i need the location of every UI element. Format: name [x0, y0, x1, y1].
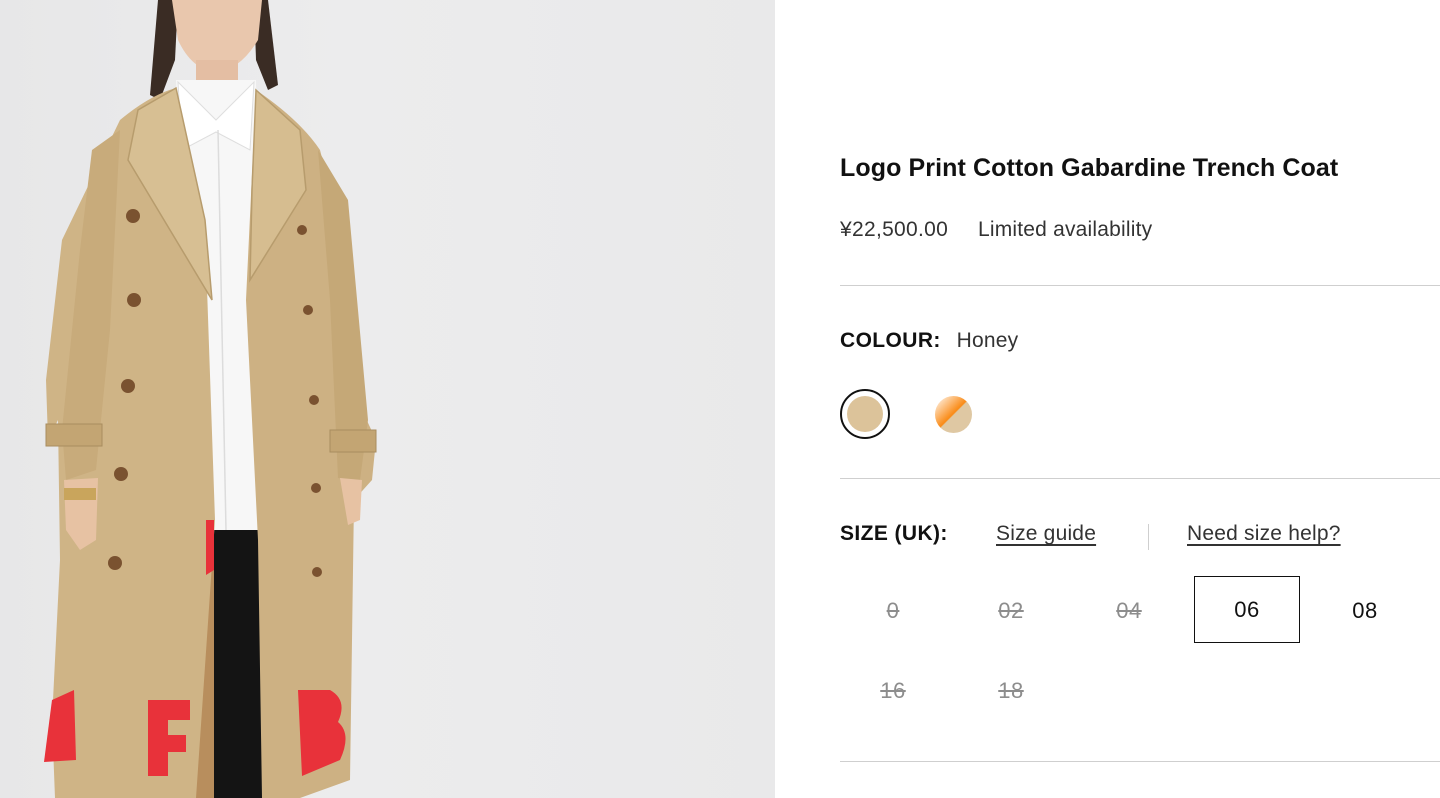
size-option-06[interactable]: 06 — [1194, 576, 1300, 643]
size-option-02[interactable]: 02 — [958, 577, 1064, 644]
product-image[interactable] — [0, 0, 775, 798]
product-price: ¥22,500.00 — [840, 218, 949, 241]
trench-coat-illustration — [44, 0, 377, 798]
divider — [840, 478, 1440, 479]
divider — [840, 285, 1440, 286]
product-details: Logo Print Cotton Gabardine Trench Coat … — [840, 0, 1440, 798]
colour-swatch-honey-orange[interactable] — [935, 396, 972, 433]
link-separator — [1148, 524, 1149, 550]
product-page: Logo Print Cotton Gabardine Trench Coat … — [0, 0, 1440, 798]
colour-heading: COLOUR: Honey — [840, 329, 1018, 353]
size-option-18[interactable]: 18 — [958, 657, 1064, 724]
size-help-link[interactable]: Need size help? — [1187, 522, 1341, 546]
colour-label: COLOUR: — [840, 329, 941, 352]
size-option-08[interactable]: 08 — [1312, 577, 1418, 644]
divider — [840, 761, 1440, 762]
size-label: SIZE (UK): — [840, 522, 948, 545]
size-option-16[interactable]: 16 — [840, 657, 946, 724]
colour-swatch-honey[interactable] — [840, 389, 890, 439]
swatch-fill — [847, 396, 883, 432]
size-option-04[interactable]: 04 — [1076, 577, 1182, 644]
selected-colour: Honey — [956, 329, 1019, 352]
size-guide-link[interactable]: Size guide — [996, 522, 1096, 546]
price-row: ¥22,500.00 Limited availability — [840, 218, 1152, 242]
size-option-0[interactable]: 0 — [840, 577, 946, 644]
availability-status: Limited availability — [977, 218, 1153, 241]
product-title: Logo Print Cotton Gabardine Trench Coat — [840, 154, 1339, 182]
